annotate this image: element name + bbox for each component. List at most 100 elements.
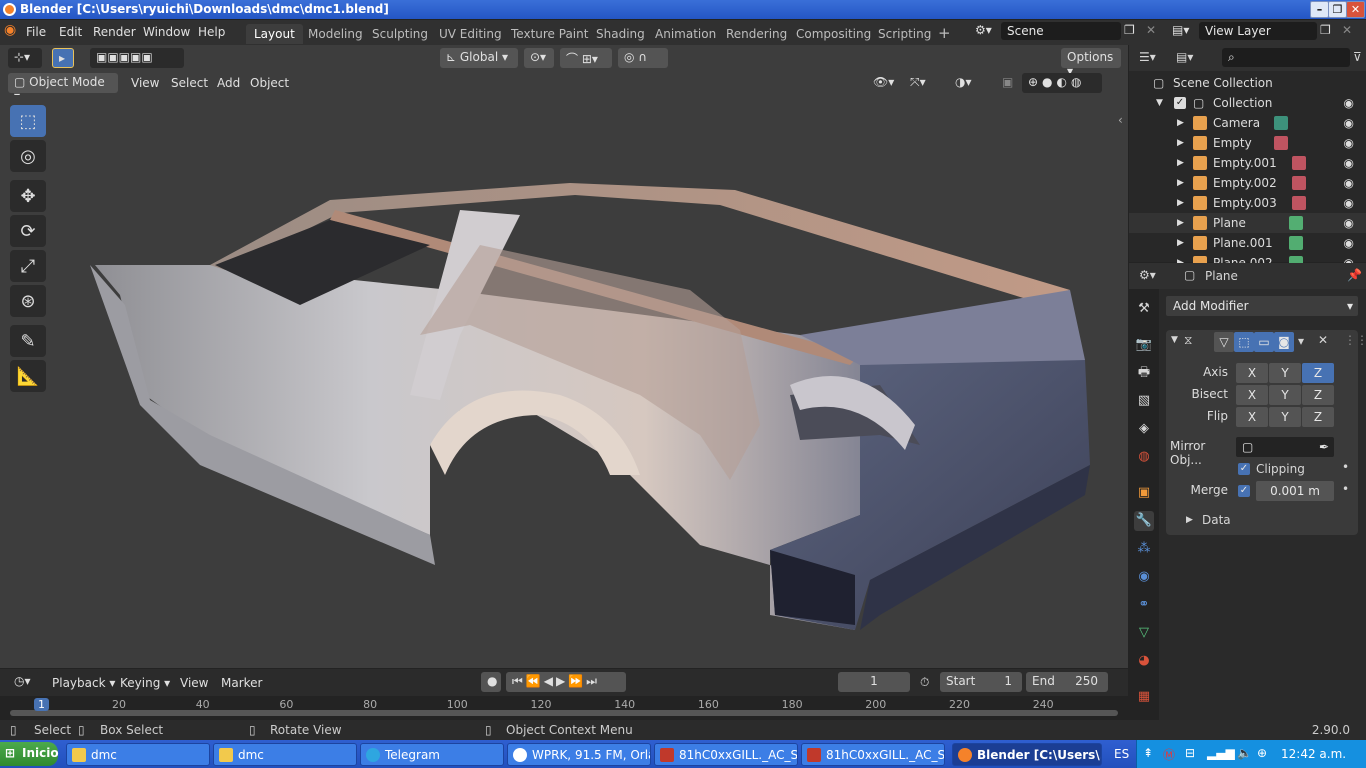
world-tab-icon[interactable]: ◍ <box>1134 447 1154 467</box>
overlay-icon[interactable]: ◑▾ <box>955 75 972 89</box>
tab-scripting[interactable]: Scripting <box>870 24 939 44</box>
network-device-icon[interactable]: ⊟ <box>1185 746 1195 760</box>
cursor-tool-icon[interactable]: ◎ <box>10 140 46 172</box>
editmode-icon[interactable]: ⬚ <box>1234 332 1254 352</box>
filter-icon[interactable]: ⊽ <box>1353 50 1362 64</box>
flip-y-button[interactable]: Y <box>1269 407 1301 427</box>
new-scene-icon[interactable]: ❐ <box>1124 23 1135 37</box>
menu-select[interactable]: Select <box>171 76 208 90</box>
edit-cage-icon[interactable]: ▽ <box>1214 332 1234 352</box>
sidebar-toggle-icon[interactable]: ‹ <box>1118 113 1123 127</box>
tool-tab-icon[interactable]: ⚒ <box>1134 299 1154 319</box>
task-dmc-2[interactable]: dmc <box>213 743 357 766</box>
outliner-search-input[interactable]: ⌕ <box>1222 48 1350 67</box>
marker-menu[interactable]: Marker <box>221 676 262 690</box>
remove-modifier-icon[interactable]: ✕ <box>1318 333 1328 347</box>
timeline-editor-icon[interactable]: ◷▾ <box>8 672 40 692</box>
data-subpanel-label[interactable]: Data <box>1202 513 1231 527</box>
task-radio[interactable]: WPRK, 91.5 FM, Orla... <box>507 743 651 766</box>
close-window-button[interactable]: ✕ <box>1346 1 1365 18</box>
eye-icon[interactable]: ◉ <box>1344 136 1354 150</box>
expand-arrow-icon[interactable]: ▶ <box>1177 138 1184 148</box>
eye-icon[interactable]: ◉ <box>1344 156 1354 170</box>
scene-tab-icon[interactable]: ◈ <box>1134 419 1154 439</box>
timeline-ruler[interactable]: 1 20 40 60 80 100 120 140 160 180 200 220 240 <box>0 696 1128 720</box>
particles-tab-icon[interactable]: ⁂ <box>1134 539 1154 559</box>
bisect-y-button[interactable]: Y <box>1269 385 1301 405</box>
expand-arrow-icon[interactable]: ▶ <box>1177 178 1184 188</box>
outliner-object-row[interactable]: ▶ Empty.001 ◉ <box>1129 153 1366 173</box>
object-data-icon[interactable] <box>1292 196 1306 210</box>
outliner-object-row[interactable]: ▶ Empty.002 ◉ <box>1129 173 1366 193</box>
mirror-object-field[interactable]: ▢ ✒ <box>1236 437 1334 457</box>
tab-shading[interactable]: Shading <box>588 24 653 44</box>
pivot-point-icon[interactable]: ⊙▾ <box>524 48 554 68</box>
eye-icon[interactable]: ◉ <box>1344 236 1354 250</box>
delete-view-layer-icon[interactable]: ✕ <box>1342 23 1352 37</box>
visibility-icon[interactable]: 👁▾ <box>873 75 894 89</box>
scene-name-field[interactable]: Scene <box>1001 22 1121 40</box>
checkbox-icon[interactable]: ✓ <box>1174 97 1186 109</box>
output-tab-icon[interactable]: 🖶 <box>1134 363 1154 383</box>
selection-modes-icon[interactable]: ▣▣▣▣▣ <box>90 48 184 68</box>
scene-collection-row[interactable]: ▢ Scene Collection <box>1129 73 1366 93</box>
data-tab-icon[interactable]: ▽ <box>1134 623 1154 643</box>
start-frame-field[interactable]: Start 1 <box>940 672 1022 692</box>
add-modifier-dropdown[interactable]: Add Modifier ▾ <box>1166 296 1358 316</box>
rotate-tool-icon[interactable]: ⟳ <box>10 215 46 247</box>
modifier-tab-icon[interactable]: 🔧 <box>1134 511 1154 531</box>
collapse-arrow-icon[interactable]: ▼ <box>1171 335 1178 345</box>
task-image-2[interactable]: 81hC0xxGILL._AC_SL... <box>801 743 945 766</box>
view-layer-icon[interactable]: ▤▾ <box>1172 23 1189 37</box>
flip-z-button[interactable]: Z <box>1302 407 1334 427</box>
tray-arrow-icon[interactable]: ⇞ <box>1143 746 1153 760</box>
view-layer-field[interactable]: View Layer <box>1199 22 1317 40</box>
menu-add[interactable]: Add <box>217 76 240 90</box>
tab-texture-paint[interactable]: Texture Paint <box>503 24 596 44</box>
delete-scene-icon[interactable]: ✕ <box>1146 23 1156 37</box>
bisect-x-button[interactable]: X <box>1236 385 1268 405</box>
merge-checkbox[interactable]: ✓ <box>1238 485 1250 497</box>
flip-x-button[interactable]: X <box>1236 407 1268 427</box>
task-blender[interactable]: Blender [C:\Users\... <box>952 743 1102 766</box>
gizmo-icon[interactable]: ⤧▾ <box>910 75 926 90</box>
3d-viewport[interactable]: ⬚ ◎ ✥ ⟳ ⤢ ⊛ ✎ 📐 ‹ <box>0 95 1128 668</box>
render-tab-icon[interactable]: 📷 <box>1134 335 1154 355</box>
volume-icon[interactable]: 🔈 <box>1237 746 1252 760</box>
menu-object[interactable]: Object <box>250 76 289 90</box>
object-data-icon[interactable] <box>1274 116 1288 130</box>
add-workspace-icon[interactable]: + <box>930 24 959 44</box>
outliner-object-row[interactable]: ▶ Empty.003 ◉ <box>1129 193 1366 213</box>
maximize-button[interactable]: ❐ <box>1328 1 1347 18</box>
tab-sculpting[interactable]: Sculpting <box>364 24 436 44</box>
axis-y-button[interactable]: Y <box>1269 363 1301 383</box>
expand-arrow-icon[interactable]: ▶ <box>1177 238 1184 248</box>
eye-icon[interactable]: ◉ <box>1344 116 1354 130</box>
outliner-object-row[interactable]: ▶ Camera ◉ <box>1129 113 1366 133</box>
tab-uv-editing[interactable]: UV Editing <box>431 24 510 44</box>
eye-icon[interactable]: ◉ <box>1344 216 1354 230</box>
clock[interactable]: 12:42 a.m. <box>1281 747 1346 761</box>
expand-arrow-icon[interactable]: ▶ <box>1177 218 1184 228</box>
preview-range-icon[interactable]: ⏱ <box>920 675 929 690</box>
realtime-icon[interactable]: ▭ <box>1254 332 1274 352</box>
menu-help[interactable]: Help <box>198 25 225 39</box>
menu-edit[interactable]: Edit <box>59 25 82 39</box>
object-data-icon[interactable] <box>1274 136 1288 150</box>
tab-compositing[interactable]: Compositing <box>788 24 879 44</box>
antivirus-icon[interactable]: Ⓜ <box>1163 746 1175 763</box>
transform-tool-icon[interactable]: ⊛ <box>10 285 46 317</box>
display-mode-icon[interactable]: ▤▾ <box>1176 50 1193 64</box>
shading-modes-icon[interactable]: ⊕●◐◍ <box>1022 73 1102 93</box>
tab-modeling[interactable]: Modeling <box>300 24 371 44</box>
scale-tool-icon[interactable]: ⤢ <box>10 250 46 282</box>
select-mode-icon[interactable]: ▸ <box>52 48 74 68</box>
tab-animation[interactable]: Animation <box>647 24 724 44</box>
keyframe-dot-icon[interactable]: • <box>1342 482 1349 496</box>
material-tab-icon[interactable]: ◕ <box>1134 651 1154 671</box>
object-data-icon[interactable] <box>1292 156 1306 170</box>
expand-arrow-icon[interactable]: ▼ <box>1156 98 1163 108</box>
scene-selector-icon[interactable]: ⚙▾ <box>975 23 992 37</box>
outliner-object-row[interactable]: ▶ Plane.001 ◉ <box>1129 233 1366 253</box>
merge-distance-field[interactable]: 0.001 m <box>1256 481 1334 501</box>
